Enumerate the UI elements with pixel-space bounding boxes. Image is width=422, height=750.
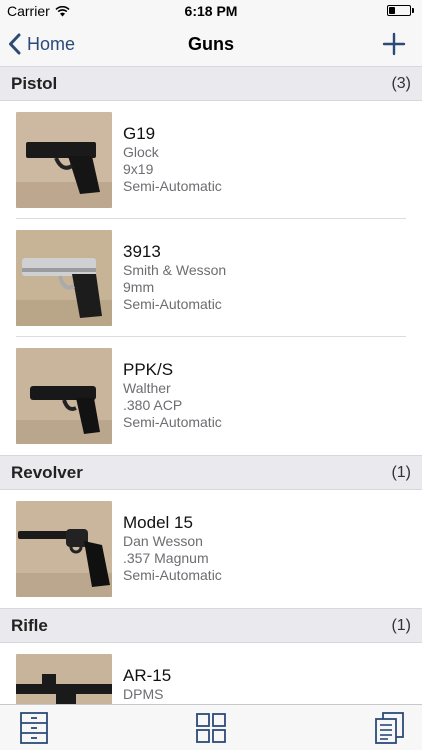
drawers-icon[interactable] <box>17 711 51 745</box>
gun-list-item[interactable]: PPK/S Walther .380 ACP Semi-Automatic <box>0 337 422 455</box>
gun-action: Semi-Automatic <box>123 178 222 194</box>
section-title: Rifle <box>11 616 48 635</box>
section-count: (1) <box>391 617 411 634</box>
gun-list-item[interactable]: 3913 Smith & Wesson 9mm Semi-Automatic <box>0 219 422 337</box>
battery-icon <box>387 5 411 16</box>
gun-caliber: 9mm <box>123 279 155 295</box>
back-button-label: Home <box>27 33 76 54</box>
section-count: (1) <box>391 464 411 481</box>
silver-pistol-photo <box>16 230 112 326</box>
gun-caliber: .380 ACP <box>123 397 183 413</box>
chevron-left-icon <box>9 33 21 55</box>
navigation-bar: Home Guns <box>0 22 422 66</box>
battery-fill <box>389 7 395 14</box>
gun-action: Semi-Automatic <box>123 567 222 583</box>
gun-list-item[interactable]: G19 Glock 9x19 Semi-Automatic <box>0 101 422 219</box>
gun-details: PPK/S Walther .380 ACP Semi-Automatic <box>123 360 222 431</box>
battery-tip <box>412 8 414 13</box>
rifle-photo <box>16 654 112 704</box>
add-button[interactable] <box>380 30 408 58</box>
section-header-revolver: Revolver (1) <box>0 455 422 490</box>
gun-caliber: .357 Magnum <box>123 550 209 566</box>
gun-details: G19 Glock 9x19 Semi-Automatic <box>123 124 222 195</box>
gun-maker: Dan Wesson <box>123 533 203 549</box>
gun-details: AR-15 DPMS <box>123 666 171 703</box>
black-pistol-photo <box>16 112 112 208</box>
section-header-pistol: Pistol (3) <box>0 66 422 101</box>
gun-maker: Glock <box>123 144 159 160</box>
gun-list-item[interactable]: Model 15 Dan Wesson .357 Magnum Semi-Automa… <box>0 490 422 608</box>
section-header-rifle: Rifle (1) <box>0 608 422 643</box>
gun-caliber: 9x19 <box>123 161 154 177</box>
status-bar: Carrier 6:18 PM <box>0 0 422 22</box>
battery-indicator <box>387 5 414 16</box>
gun-name: 3913 <box>123 242 161 261</box>
grid-icon[interactable] <box>194 711 228 745</box>
gun-list[interactable]: Pistol (3) G19 Glock 9x19 Semi-Automatic 3913 S… <box>0 66 422 704</box>
gun-list-item[interactable]: AR-15 DPMS <box>0 643 422 704</box>
small-pistol-photo <box>16 348 112 444</box>
tab-bar <box>0 704 422 750</box>
section-title: Pistol <box>11 74 58 93</box>
gun-name: G19 <box>123 124 156 143</box>
gun-maker: Walther <box>123 380 171 396</box>
gun-name: AR-15 <box>123 666 172 685</box>
documents-icon[interactable] <box>372 711 406 745</box>
section-count: (3) <box>391 75 411 92</box>
gun-details: 3913 Smith & Wesson 9mm Semi-Automatic <box>123 242 226 313</box>
status-time: 6:18 PM <box>184 3 238 19</box>
gun-action: Semi-Automatic <box>123 296 222 312</box>
gun-name: PPK/S <box>123 360 174 379</box>
revolver-photo <box>16 501 112 597</box>
gun-action: Semi-Automatic <box>123 414 222 430</box>
gun-maker: Smith & Wesson <box>123 262 227 278</box>
gun-name: Model 15 <box>123 513 193 532</box>
back-button[interactable]: Home <box>8 22 75 66</box>
gun-details: Model 15 Dan Wesson .357 Magnum Semi-Automa… <box>123 513 222 584</box>
gun-maker: DPMS <box>123 686 164 702</box>
section-title: Revolver <box>11 463 83 482</box>
